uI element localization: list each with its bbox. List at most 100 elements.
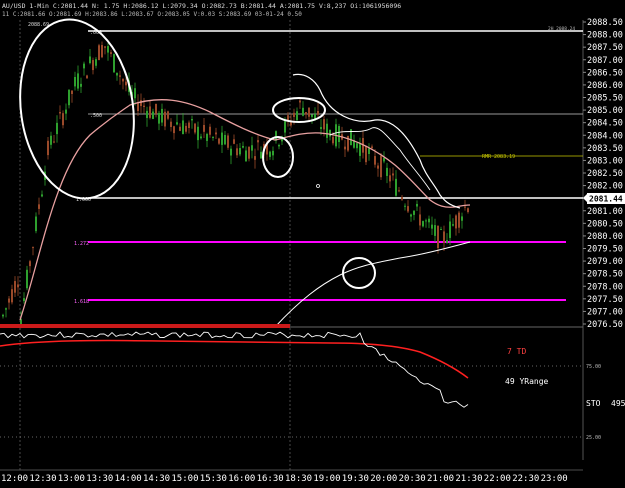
candle-body xyxy=(461,216,463,221)
candle-body xyxy=(101,45,103,58)
candle-body xyxy=(440,229,442,231)
rmr-label: RMR 2083.19 xyxy=(482,154,515,160)
candle-body xyxy=(374,156,376,165)
candle-body xyxy=(419,214,421,226)
price-tick-label: 2086.00 xyxy=(587,81,623,91)
td-label: 7 TD xyxy=(507,347,526,356)
candle-body xyxy=(269,151,271,157)
candle-body xyxy=(296,111,298,121)
candle-body xyxy=(2,314,4,317)
candle-body xyxy=(41,194,43,197)
candle-body xyxy=(119,75,121,77)
candle-body xyxy=(59,111,61,114)
candle-body xyxy=(8,298,10,303)
candle-body xyxy=(305,112,307,115)
candle-body xyxy=(32,247,34,249)
candle-body xyxy=(179,126,181,131)
price-tick-label: 2077.50 xyxy=(587,295,623,305)
candle-body xyxy=(53,141,55,143)
price-tick-label: 2076.50 xyxy=(587,320,623,330)
candle-body xyxy=(365,146,367,163)
candle-body xyxy=(14,281,16,293)
candle-body xyxy=(398,190,400,192)
candle-body xyxy=(200,136,202,139)
candle-body xyxy=(89,56,91,64)
candle-body xyxy=(188,122,190,128)
top-line-label: 2H 2088.24 xyxy=(548,26,575,32)
candle-body xyxy=(149,106,151,118)
price-tick-label: 2087.00 xyxy=(587,56,623,66)
candle-body xyxy=(197,126,199,141)
candle-body xyxy=(155,103,157,114)
candle-body xyxy=(209,126,211,135)
candle-body xyxy=(215,132,217,135)
fib-label-500: .500 xyxy=(90,113,102,119)
candle-body xyxy=(167,111,169,119)
candle-body xyxy=(5,308,7,310)
candle-body xyxy=(65,109,67,114)
price-tick-label: 2085.50 xyxy=(587,94,623,104)
time-tick-label: 19:30 xyxy=(342,474,369,484)
candle-body xyxy=(452,224,454,226)
header-line-2: 11 C:2081.66 O:2081.69 H:2083.86 L:2083.… xyxy=(2,11,302,18)
price-tick-label: 2084.50 xyxy=(587,119,623,129)
candle-body xyxy=(50,135,52,145)
candle-body xyxy=(428,218,430,223)
candle-body xyxy=(446,240,448,243)
time-tick-label: 16:30 xyxy=(257,474,284,484)
candle-body xyxy=(83,63,85,69)
candle-body xyxy=(326,123,328,138)
candle-body xyxy=(221,132,223,145)
candle-body xyxy=(146,110,148,119)
candle-body xyxy=(233,139,235,144)
fib-label-1618: 1.618 xyxy=(74,299,89,305)
candle-body xyxy=(74,76,76,87)
time-tick-label: 22:00 xyxy=(484,474,511,484)
candle-body xyxy=(152,111,154,119)
price-tick-label: 2083.50 xyxy=(587,144,623,154)
price-tick-label: 2078.50 xyxy=(587,270,623,280)
time-tick-label: 14:00 xyxy=(115,474,142,484)
candle-body xyxy=(110,52,112,54)
price-tick-label: 2083.00 xyxy=(587,156,623,166)
price-tick-label: 2077.00 xyxy=(587,307,623,317)
candle-body xyxy=(224,134,226,145)
candle-body xyxy=(191,119,193,121)
candle-body xyxy=(212,137,214,139)
candle-body xyxy=(125,81,127,86)
candle-body xyxy=(17,284,19,288)
candle-body xyxy=(182,120,184,135)
price-tick-label: 2080.00 xyxy=(587,232,623,242)
candle-body xyxy=(137,102,139,112)
time-tick-label: 20:00 xyxy=(370,474,397,484)
candle-body xyxy=(239,148,241,155)
candle-body xyxy=(185,125,187,132)
candle-body xyxy=(230,148,232,156)
time-tick-label: 21:00 xyxy=(427,474,454,484)
candle-body xyxy=(254,156,256,160)
price-tick-label: 2085.00 xyxy=(587,106,623,116)
candle-body xyxy=(251,145,253,151)
candle-body xyxy=(356,143,358,149)
candle-body xyxy=(143,105,145,108)
candle-body xyxy=(329,130,331,137)
candle-body xyxy=(29,261,31,267)
time-tick-label: 19:00 xyxy=(313,474,340,484)
time-tick-label: 18:30 xyxy=(285,474,312,484)
candle-body xyxy=(62,113,64,126)
candle-body xyxy=(158,112,160,124)
candle-body xyxy=(26,269,28,289)
price-axis: 2088.50 2088.00 2087.50 2087.00 2086.50 2086.… xyxy=(583,18,623,330)
price-tick-label: 2079.00 xyxy=(587,257,623,267)
candle-body xyxy=(323,119,325,130)
candle-body xyxy=(56,122,58,135)
candle-body xyxy=(359,143,361,156)
time-tick-label: 12:30 xyxy=(29,474,56,484)
candle-body xyxy=(95,59,97,66)
candle-body xyxy=(344,146,346,150)
candle-body xyxy=(287,115,289,121)
candle-body xyxy=(134,88,136,99)
yrange-label: 49 YRange xyxy=(505,377,549,386)
candle-body xyxy=(71,90,73,95)
candle-body xyxy=(272,150,274,156)
